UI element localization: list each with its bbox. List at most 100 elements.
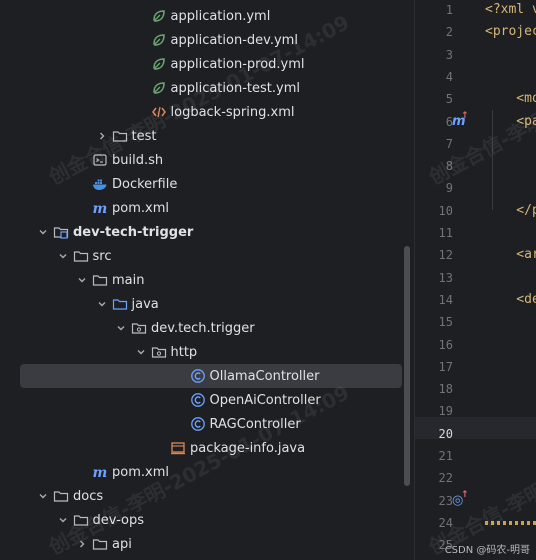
folder-icon [112, 128, 128, 144]
tree-item-label: test [131, 128, 157, 144]
tree-item[interactable]: OllamaController [20, 364, 402, 388]
tree-item[interactable]: application.yml [0, 4, 414, 28]
package-icon [151, 344, 167, 360]
line-number: 11 [438, 226, 453, 240]
chevron-down-icon[interactable] [35, 224, 51, 240]
package-icon [131, 320, 147, 336]
tree-item[interactable]: api [0, 532, 414, 556]
code-line[interactable]: <?xml v [485, 0, 536, 21]
tree-item[interactable]: application-prod.yml [0, 52, 414, 76]
maven-dependency-icon[interactable]: ◎ ↑ [452, 489, 469, 509]
chevron-down-icon[interactable] [55, 248, 71, 264]
code-line[interactable]: <projec [485, 21, 536, 43]
line-number: 21 [438, 449, 453, 463]
line-number: 5 [445, 92, 453, 107]
maven-override-icon[interactable]: m ↑ [452, 111, 469, 130]
tree-item-label: pom.xml [112, 464, 169, 480]
tree-item[interactable]: main [0, 268, 414, 292]
tree-item[interactable]: build.sh [0, 148, 414, 172]
tree-item-label: dev-ops [92, 512, 145, 528]
tree-item[interactable]: Dockerfile [0, 172, 414, 196]
tree-item-label: application.yml [170, 8, 271, 24]
line-number: 8 [445, 159, 453, 174]
tree-scrollbar[interactable] [404, 246, 410, 486]
code-line[interactable]: <de [485, 289, 536, 311]
arrow-up-icon: ↑ [461, 489, 469, 500]
tree-item-label: src [92, 248, 112, 264]
chevron-right-icon[interactable] [94, 128, 110, 144]
line-number: 7 [445, 136, 453, 151]
shell-file-icon [92, 152, 108, 168]
line-number: 22 [438, 471, 453, 486]
tree-item-label: OllamaController [209, 368, 320, 384]
tree-item[interactable]: logback-spring.xml [0, 100, 414, 124]
class-icon [190, 392, 206, 408]
chevron-right-icon[interactable] [74, 536, 90, 552]
line-number: 14 [438, 292, 453, 307]
line-number: 15 [438, 315, 453, 330]
code-line[interactable]: <ar [485, 244, 536, 266]
line-number: 4 [445, 69, 453, 84]
code-line[interactable]: </p [485, 200, 536, 222]
line-number: 24 [438, 515, 453, 530]
line-number: 9 [445, 181, 453, 196]
chevron-down-icon[interactable] [74, 272, 90, 288]
chevron-down-icon[interactable] [113, 320, 129, 336]
tree-item-label: OpenAiController [209, 392, 321, 408]
tree-item[interactable]: OpenAiController [0, 388, 414, 412]
maven-icon: m [92, 464, 108, 480]
module-folder-icon [53, 224, 69, 240]
spring-leaf-icon [151, 56, 167, 72]
docker-icon [92, 176, 108, 192]
tree-item[interactable]: http [0, 340, 414, 364]
tree-item[interactable]: application-dev.yml [0, 28, 414, 52]
tree-item[interactable]: application-test.yml [0, 76, 414, 100]
code-line[interactable]: <mo [485, 88, 536, 110]
tree-item-label: dev-tech-trigger [73, 224, 194, 240]
tree-item-label: Dockerfile [112, 176, 178, 192]
maven-icon: m [92, 200, 108, 216]
tree-item[interactable]: dev.tech.trigger [0, 316, 414, 340]
tree-item[interactable]: src [0, 244, 414, 268]
folder-icon [92, 272, 108, 288]
project-tree-panel: application.yml application-dev.yml applic… [0, 0, 414, 560]
tree-item[interactable]: java [0, 292, 414, 316]
folder-icon [73, 248, 89, 264]
chevron-down-icon[interactable] [35, 488, 51, 504]
chevron-down-icon[interactable] [55, 512, 71, 528]
line-number: 3 [445, 47, 453, 62]
line-number: 12 [438, 248, 453, 263]
tree-item[interactable]: m pom.xml [0, 196, 414, 220]
chevron-down-icon[interactable] [133, 344, 149, 360]
tree-item[interactable]: m pom.xml [0, 460, 414, 484]
code-editor[interactable]: 1 2 3 4 5 6 7 8 9 10 11 12 13 14 15 16 17 18 19 20 21 22 23 24 2… [414, 0, 536, 560]
tree-item[interactable]: test [0, 124, 414, 148]
tree-item[interactable]: docs [0, 484, 414, 508]
spring-leaf-icon [151, 80, 167, 96]
tree-item[interactable]: dev-ops [0, 508, 414, 532]
tree-item-label: package-info.java [190, 440, 306, 456]
tree-item-label: build.sh [112, 152, 164, 168]
xml-file-icon [151, 104, 167, 120]
warning-underline [485, 521, 536, 525]
line-number: 18 [438, 382, 453, 397]
tree-item[interactable]: package-info.java [0, 436, 414, 460]
chevron-down-icon[interactable] [94, 296, 110, 312]
spring-leaf-icon [151, 32, 167, 48]
tree-item[interactable]: dev-tech-trigger [0, 220, 414, 244]
line-number: 6 [445, 114, 453, 129]
line-number: 10 [438, 203, 453, 218]
tree-item[interactable]: RAGController [0, 412, 414, 436]
class-icon [190, 416, 206, 432]
line-number: 17 [438, 359, 453, 374]
folder-icon [53, 488, 69, 504]
code-line[interactable]: <pa [485, 111, 536, 133]
tree-item-label: main [112, 272, 145, 288]
